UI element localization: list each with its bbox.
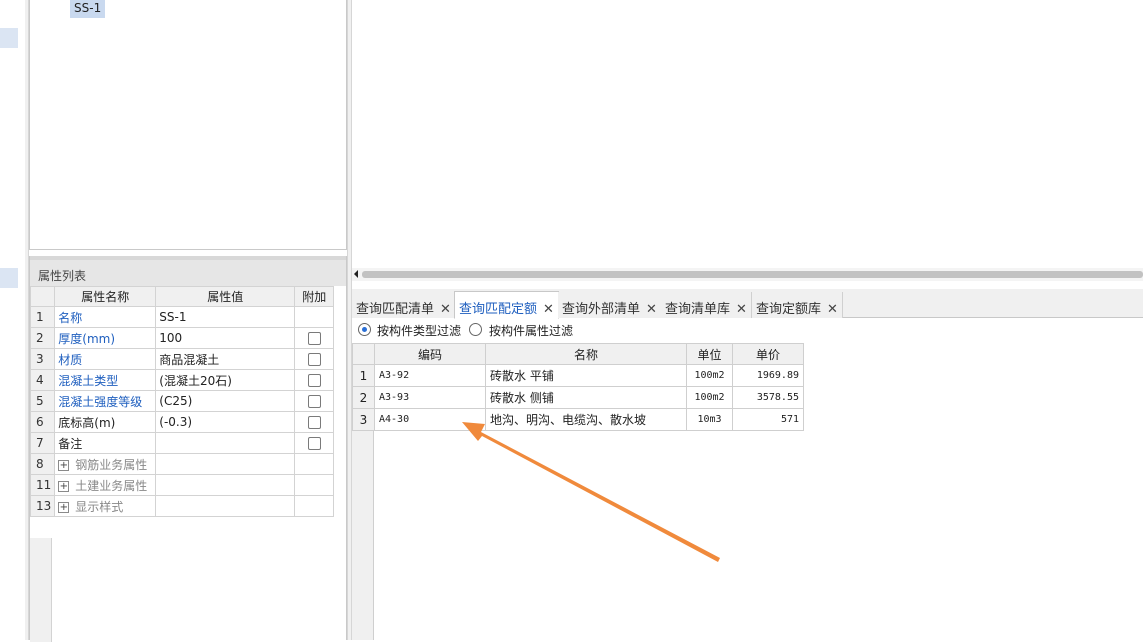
property-row[interactable]: 1 名称 SS-1 xyxy=(29,306,335,328)
property-name[interactable]: 备注 xyxy=(54,432,157,454)
property-row[interactable]: 7 备注 xyxy=(29,432,335,454)
property-table: 属性名称 属性值 附加 1 名称 SS-1 2 厚度(mm) 100 3 材质 商品混凝土 4 混凝… xyxy=(29,286,335,517)
property-row[interactable]: 3 材质 商品混凝土 xyxy=(29,348,335,370)
property-name[interactable]: + 显示样式 xyxy=(54,495,157,517)
property-name[interactable]: + 钢筋业务属性 xyxy=(54,453,157,475)
row-number: 1 xyxy=(29,306,56,328)
component-tree-panel xyxy=(29,0,347,250)
row-number: 2 xyxy=(29,327,56,349)
close-icon[interactable]: ✕ xyxy=(736,302,747,317)
property-name-text: 名称 xyxy=(58,310,83,325)
property-name[interactable]: 名称 xyxy=(54,306,157,328)
property-name-text: 备注 xyxy=(58,436,83,451)
tree-item-selected[interactable]: SS-1 xyxy=(70,0,106,18)
property-name[interactable]: 底标高(m) xyxy=(54,411,157,433)
tab-quota-library[interactable]: 查询定额库 ✕ xyxy=(752,292,843,318)
row-number: 4 xyxy=(29,369,56,391)
extra-checkbox[interactable] xyxy=(307,437,321,450)
close-icon[interactable]: ✕ xyxy=(827,302,838,317)
quota-price[interactable]: 1969.89 xyxy=(732,364,804,387)
property-list-panel: 属性列表 属性名称 属性值 附加 1 名称 SS-1 2 厚度(mm) 100 3 材质 商品混… xyxy=(29,256,347,642)
property-value[interactable] xyxy=(155,474,296,496)
extra-checkbox[interactable] xyxy=(307,395,321,408)
property-row[interactable]: 5 混凝土强度等级 (C25) xyxy=(29,390,335,412)
row-number: 3 xyxy=(29,348,56,370)
property-extra-cell xyxy=(294,369,335,391)
property-row[interactable]: 13 + 显示样式 xyxy=(29,495,335,517)
row-number: 8 xyxy=(29,453,56,475)
property-name-text: 土建业务属性 xyxy=(75,478,148,493)
row-number: 13 xyxy=(29,495,56,517)
property-value[interactable]: (混凝土20石) xyxy=(155,369,296,391)
property-value[interactable]: (C25) xyxy=(155,390,296,412)
annotation-arrow xyxy=(462,422,720,562)
property-extra-cell xyxy=(294,390,335,412)
property-extra-cell xyxy=(294,474,335,496)
property-name-text: 混凝土强度等级 xyxy=(58,394,143,409)
property-name-text: 显示样式 xyxy=(75,499,124,514)
expand-plus-icon[interactable]: + xyxy=(58,459,70,471)
expand-plus-icon[interactable]: + xyxy=(58,501,70,513)
property-name[interactable]: 厚度(mm) xyxy=(54,327,157,349)
price-header[interactable]: 单价 xyxy=(732,343,804,365)
property-name-text: 钢筋业务属性 xyxy=(75,457,148,472)
prop-name-header[interactable]: 属性名称 xyxy=(54,286,157,307)
property-extra-cell xyxy=(294,327,335,349)
property-value[interactable]: (-0.3) xyxy=(155,411,296,433)
property-table-header: 属性名称 属性值 附加 xyxy=(29,286,335,307)
property-value[interactable]: SS-1 xyxy=(155,306,296,328)
property-extra-cell xyxy=(294,432,335,454)
row-number: 6 xyxy=(29,411,56,433)
property-name-text: 材质 xyxy=(58,352,83,367)
property-extra-cell xyxy=(294,348,335,370)
prop-extra-header[interactable]: 附加 xyxy=(294,286,335,307)
scrollbar-thumb[interactable] xyxy=(362,271,1143,278)
scroll-left-arrow-icon[interactable] xyxy=(354,270,358,278)
property-row[interactable]: 6 底标高(m) (-0.3) xyxy=(29,411,335,433)
row-num-header xyxy=(29,286,56,307)
property-value[interactable]: 100 xyxy=(155,327,296,349)
property-value[interactable] xyxy=(155,453,296,475)
property-name-text: 厚度(mm) xyxy=(58,331,116,346)
extra-checkbox[interactable] xyxy=(307,332,321,345)
property-extra-cell xyxy=(294,411,335,433)
property-name[interactable]: 材质 xyxy=(54,348,157,370)
property-row[interactable]: 4 混凝土类型 (混凝土20石) xyxy=(29,369,335,391)
extra-checkbox[interactable] xyxy=(307,416,321,429)
property-value[interactable] xyxy=(155,495,296,517)
property-row[interactable]: 2 厚度(mm) 100 xyxy=(29,327,335,349)
row-number: 7 xyxy=(29,432,56,454)
property-value[interactable] xyxy=(155,432,296,454)
left-toolbar-strip xyxy=(0,0,20,640)
property-row[interactable]: 11 + 土建业务属性 xyxy=(29,474,335,496)
tab-label: 查询定额库 xyxy=(756,302,822,317)
property-extra-cell xyxy=(294,306,335,328)
extra-checkbox[interactable] xyxy=(307,374,321,387)
arrow-shape xyxy=(462,422,720,562)
prop-value-header[interactable]: 属性值 xyxy=(155,286,296,307)
strip-highlight[interactable] xyxy=(0,268,18,288)
property-name-text: 底标高(m) xyxy=(58,415,116,430)
row-number: 5 xyxy=(29,390,56,412)
extra-checkbox[interactable] xyxy=(307,353,321,366)
row-number: 11 xyxy=(29,474,56,496)
property-name[interactable]: 混凝土类型 xyxy=(54,369,157,391)
property-name-text: 混凝土类型 xyxy=(58,373,119,388)
expand-plus-icon[interactable]: + xyxy=(58,480,70,492)
property-row[interactable]: 8 + 钢筋业务属性 xyxy=(29,453,335,475)
property-extra-cell xyxy=(294,495,335,517)
property-name[interactable]: + 土建业务属性 xyxy=(54,474,157,496)
property-list-title: 属性列表 xyxy=(30,256,346,286)
quota-price[interactable]: 571 xyxy=(732,408,804,431)
strip-highlight[interactable] xyxy=(0,28,18,48)
property-value[interactable]: 商品混凝土 xyxy=(155,348,296,370)
property-extra-cell xyxy=(294,453,335,475)
property-name[interactable]: 混凝土强度等级 xyxy=(54,390,157,412)
quota-price[interactable]: 3578.55 xyxy=(732,386,804,409)
row-header-column xyxy=(30,538,52,642)
